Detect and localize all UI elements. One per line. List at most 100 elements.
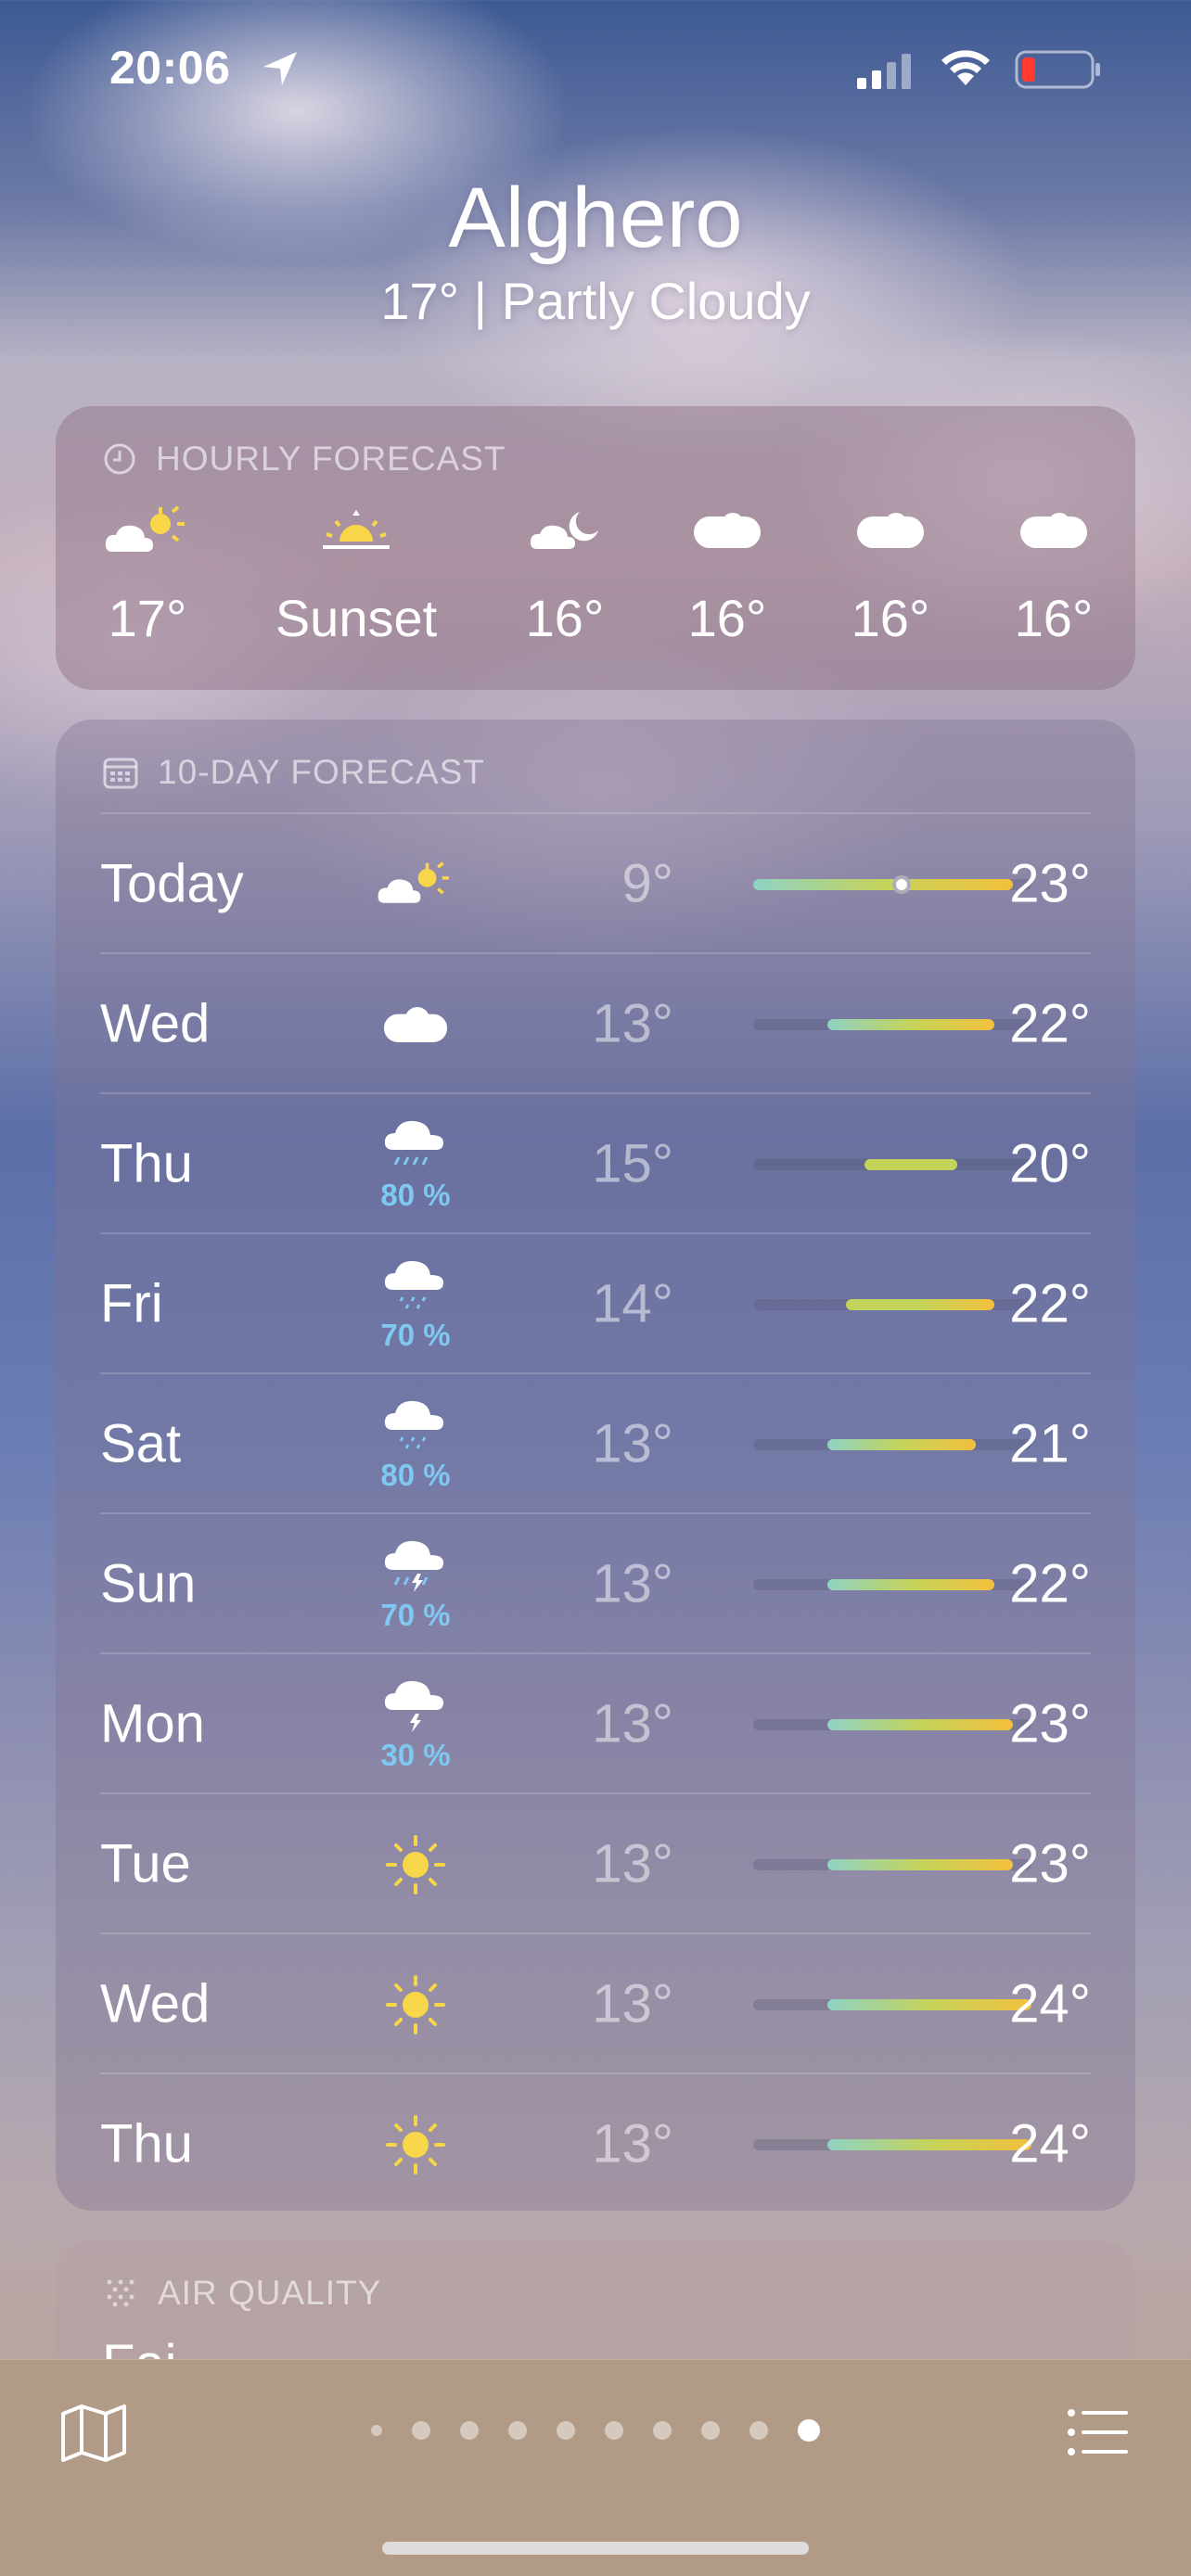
temp-range-bar: [753, 1579, 1031, 1590]
air-quality-icon: [102, 2275, 139, 2312]
low-temp: 9°: [621, 853, 673, 913]
ten-day-forecast-title: 10-DAY FORECAST: [158, 753, 485, 791]
day-name: Today: [100, 853, 244, 913]
precipitation-chance: 80 %: [380, 1177, 451, 1212]
clock-icon: [102, 441, 137, 477]
page-dot[interactable]: [508, 2421, 527, 2440]
hourly-forecast-card[interactable]: HOURLY FORECAST 17° Sunset 16° 16° 16° 1…: [56, 406, 1135, 690]
high-temp: 21°: [1009, 1413, 1091, 1473]
high-temp: 23°: [1009, 853, 1091, 913]
temp-range-fill: [864, 1159, 957, 1170]
partly-cloudy-night-icon: [530, 512, 598, 549]
page-indicator[interactable]: [0, 2419, 1191, 2442]
hour-item: Sunset: [263, 499, 449, 648]
temp-range-fill: [827, 1999, 1031, 2010]
temp-range-fill: [827, 1579, 994, 1590]
page-dot[interactable]: [749, 2421, 768, 2440]
hour-item: 16°: [472, 499, 658, 648]
high-temp: 23°: [1009, 1833, 1091, 1894]
temp-range-bar: [753, 1439, 1031, 1450]
day-row[interactable]: Fri 70 % 14° 22°: [100, 1232, 1091, 1372]
cloud-rain-icon: [384, 1120, 443, 1166]
page-dot[interactable]: [701, 2421, 720, 2440]
temp-range-bar: [753, 875, 1031, 894]
page-dot[interactable]: [371, 2425, 382, 2436]
temp-range-fill: [827, 2139, 1031, 2150]
status-bar: 20:06: [0, 0, 1191, 139]
current-temp-dot: [892, 875, 911, 894]
day-name: Thu: [100, 2113, 193, 2174]
current-summary: 17° | Partly Cloudy: [380, 272, 811, 330]
day-row[interactable]: Wed 13° 24°: [100, 1932, 1091, 2072]
city-name: Alghero: [448, 171, 743, 265]
air-quality-header: AIR QUALITY: [102, 2274, 381, 2313]
battery-low-icon: [1015, 50, 1100, 89]
low-temp: 14°: [592, 1273, 673, 1333]
calendar-icon: [102, 755, 139, 790]
sun-icon: [386, 1834, 445, 1894]
cloud-icon: [857, 513, 924, 548]
day-row[interactable]: Mon 30 % 13° 23°: [100, 1652, 1091, 1792]
low-temp: 13°: [592, 1693, 673, 1753]
day-name: Wed: [100, 1973, 211, 2034]
partly-cloudy-day-icon: [105, 505, 185, 552]
day-name: Mon: [100, 1693, 205, 1753]
temp-range-bar: [753, 1159, 1031, 1170]
day-row[interactable]: Wed 13° 22°: [100, 952, 1091, 1092]
cloud-bolt-rain-icon: [384, 1540, 443, 1592]
page-dot[interactable]: [653, 2421, 672, 2440]
precipitation-chance: 80 %: [380, 1457, 451, 1492]
page-dot[interactable]: [605, 2421, 623, 2440]
sun-icon: [386, 2114, 445, 2174]
day-row[interactable]: Thu 80 % 15° 20°: [100, 1092, 1091, 1232]
ten-day-forecast-header: 10-DAY FORECAST: [102, 753, 485, 792]
high-temp: 24°: [1009, 2113, 1091, 2174]
cloud-drizzle-icon: [384, 1260, 443, 1309]
hour-item: 16°: [634, 499, 820, 648]
hourly-list[interactable]: 17° Sunset 16° 16° 16° 16°: [56, 499, 1135, 684]
day-row[interactable]: Today 9° 23°: [100, 812, 1091, 952]
hourly-forecast-title: HOURLY FORECAST: [156, 440, 506, 478]
high-temp: 24°: [1009, 1973, 1091, 2034]
day-name: Wed: [100, 993, 211, 1053]
temp-range-fill: [827, 1859, 1013, 1870]
cloud-bolt-icon: [384, 1680, 443, 1732]
page-dot[interactable]: [798, 2419, 820, 2442]
location-arrow-icon: [263, 52, 297, 85]
cloud-icon: [383, 1006, 448, 1042]
page-dot[interactable]: [460, 2421, 479, 2440]
day-name: Fri: [100, 1273, 163, 1333]
bottom-toolbar: [0, 2359, 1191, 2576]
day-row[interactable]: Thu 13° 24°: [100, 2072, 1091, 2213]
day-row[interactable]: Sat 80 % 13° 21°: [100, 1372, 1091, 1512]
daily-list[interactable]: Today 9° 23° Wed 13° 22° Thu 80 % 15° 20…: [100, 812, 1091, 2213]
list-icon[interactable]: [1067, 2408, 1130, 2456]
page-dot[interactable]: [557, 2421, 575, 2440]
high-temp: 22°: [1009, 1273, 1091, 1333]
low-temp: 15°: [592, 1133, 673, 1193]
wifi-icon: [941, 50, 990, 85]
day-row[interactable]: Sun 70 % 13° 22°: [100, 1512, 1091, 1652]
page-dot[interactable]: [412, 2421, 430, 2440]
precipitation-chance: 30 %: [380, 1737, 451, 1772]
air-quality-title: AIR QUALITY: [158, 2274, 382, 2312]
temp-range-bar: [753, 1299, 1031, 1310]
temp-range-bar: [753, 2139, 1031, 2150]
cellular-signal-icon: [857, 54, 911, 89]
sun-icon: [386, 1974, 445, 2034]
day-row[interactable]: Tue 13° 23°: [100, 1792, 1091, 1932]
day-name: Tue: [100, 1833, 191, 1894]
temp-range-fill: [827, 1019, 994, 1030]
ten-day-forecast-card[interactable]: 10-DAY FORECAST Today 9° 23° Wed 13° 22°…: [56, 720, 1135, 2211]
low-temp: 13°: [592, 1833, 673, 1894]
high-temp: 20°: [1009, 1133, 1091, 1193]
temp-range-fill: [846, 1299, 994, 1310]
low-temp: 13°: [592, 2113, 673, 2174]
partly-cloudy-day-icon: [378, 861, 449, 903]
low-temp: 13°: [592, 1413, 673, 1473]
temp-range-fill: [827, 1719, 1013, 1730]
home-indicator[interactable]: [382, 2542, 809, 2555]
hour-item: 16°: [961, 499, 1146, 648]
hourly-forecast-header: HOURLY FORECAST: [102, 440, 506, 478]
cloud-icon: [694, 513, 761, 548]
